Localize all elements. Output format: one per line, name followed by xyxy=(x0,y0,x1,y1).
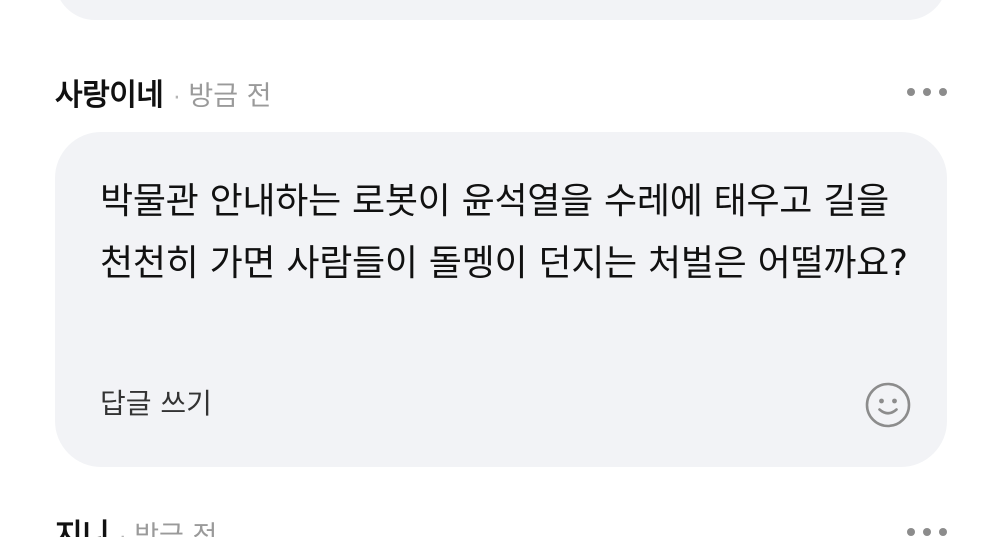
comment-feed: 사랑이네 · 방금 전 박물관 안내하는 로봇이 윤석열을 수레에 태우고 길을… xyxy=(0,0,1000,537)
comment-text: 박물관 안내하는 로봇이 윤석열을 수레에 태우고 길을 천천히 가면 사람들이… xyxy=(100,181,908,284)
emoji-reaction-button[interactable] xyxy=(864,381,912,429)
comment-header: 지니 · 방금 전 xyxy=(55,510,947,537)
comment-header: 사랑이네 · 방금 전 xyxy=(55,70,947,114)
meta-separator: · xyxy=(173,86,181,111)
meta-separator: · xyxy=(119,526,126,537)
more-dots-icon xyxy=(907,528,915,536)
reply-button[interactable]: 답글 쓰기 xyxy=(100,382,212,422)
smiley-face-icon xyxy=(865,382,911,428)
previous-comment-bubble xyxy=(55,0,947,20)
more-dots-icon xyxy=(907,88,915,96)
more-options-button[interactable] xyxy=(907,84,947,100)
more-options-button[interactable] xyxy=(907,524,947,537)
comment-time: 방금 전 xyxy=(134,521,218,537)
comment-author[interactable]: 사랑이네 xyxy=(55,70,164,114)
comment-time: 방금 전 xyxy=(188,81,272,112)
comment-author[interactable]: 지니 xyxy=(55,510,110,537)
